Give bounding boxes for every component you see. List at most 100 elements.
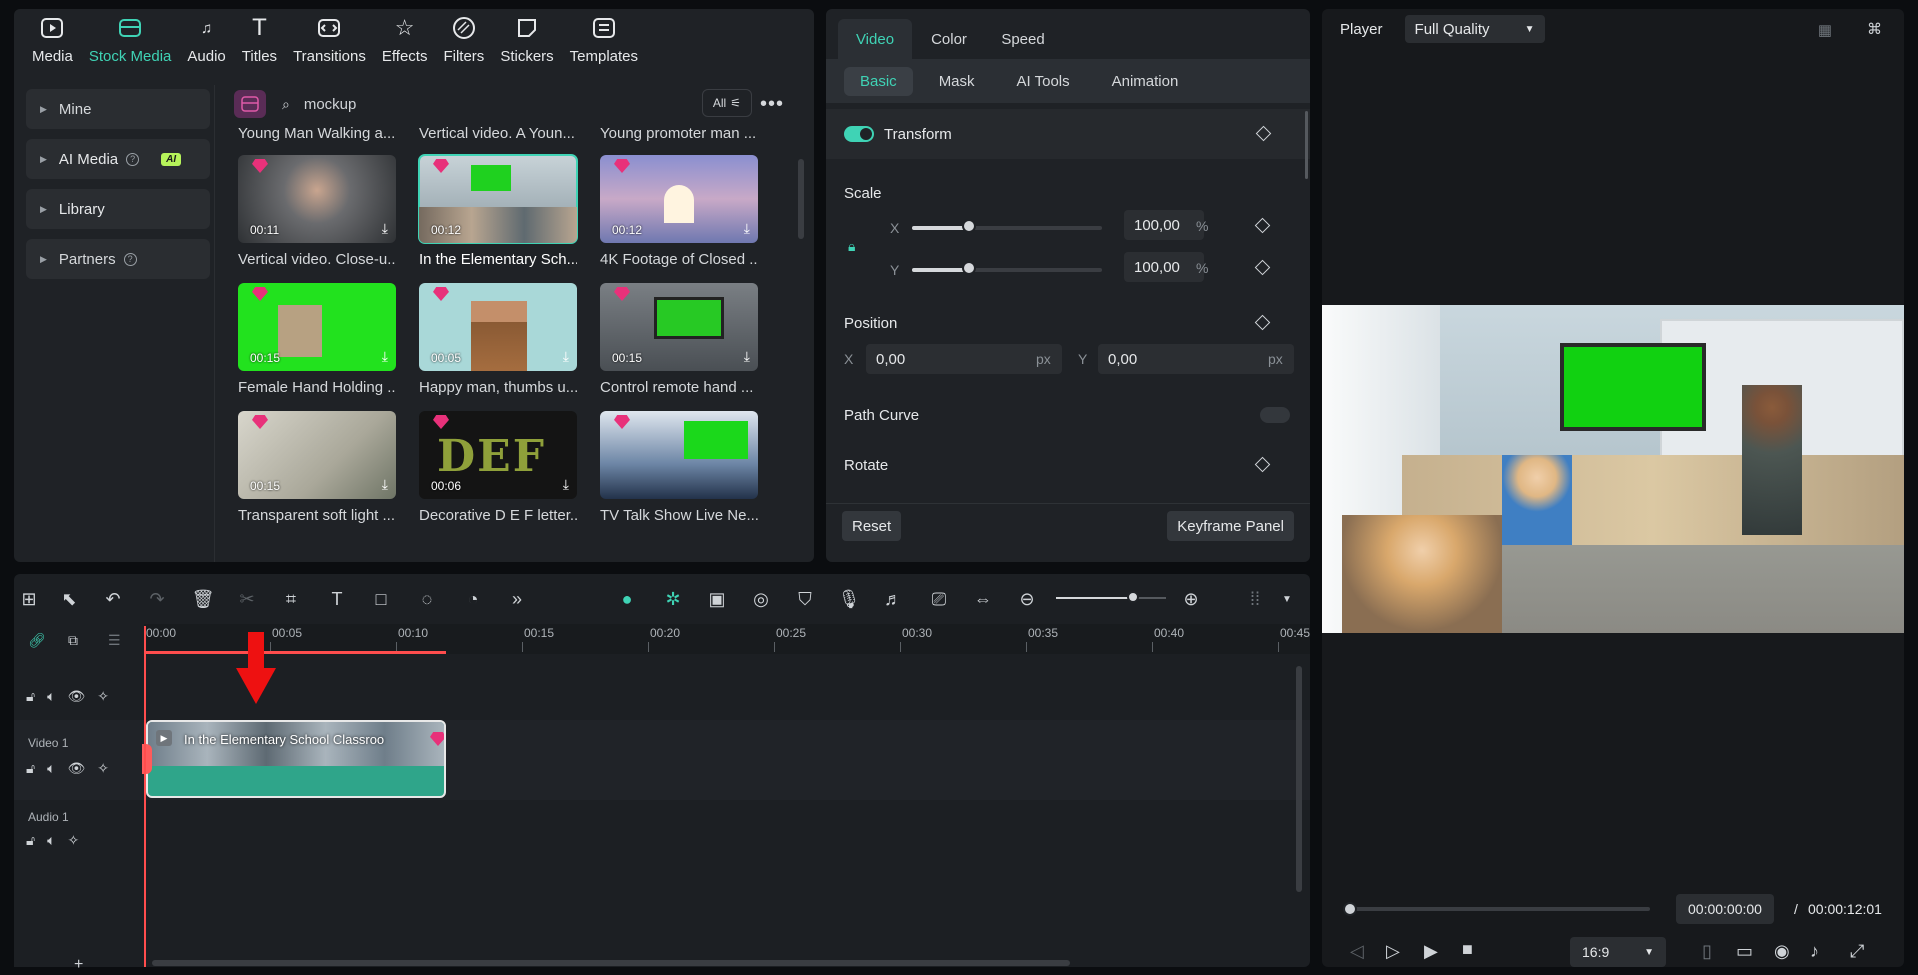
music-icon[interactable]: ♬ <box>882 588 904 610</box>
audio-icon[interactable]: ♪ <box>1810 941 1819 962</box>
tab-media[interactable]: Media <box>24 9 81 75</box>
lock-icon[interactable]: 🔒︎ <box>848 238 855 255</box>
media-card[interactable]: DEF 00:06 ⤓ Decorative D E F letter... <box>419 411 577 524</box>
props-scrollbar[interactable] <box>1305 111 1308 179</box>
layers-icon[interactable]: ☰ <box>108 632 121 649</box>
previous-frame-icon[interactable]: ◁ <box>1350 941 1364 962</box>
aspect-ratio-dropdown[interactable]: 16:9 ▼ <box>1570 937 1666 967</box>
scale-x-handle[interactable] <box>962 219 976 233</box>
tab-audio[interactable]: ♫ Audio <box>179 9 233 75</box>
magic-icon[interactable]: ✧ <box>67 832 79 849</box>
stop-icon[interactable]: ■ <box>1462 939 1473 960</box>
magic-icon[interactable]: ✧ <box>97 760 109 777</box>
stock-source-icon[interactable] <box>234 90 266 118</box>
tab-stickers[interactable]: Stickers <box>492 9 561 75</box>
media-scrollbar[interactable] <box>798 159 804 239</box>
media-card[interactable]: 00:05 ⤓ Happy man, thumbs u... <box>419 283 577 396</box>
redo-icon[interactable]: ↷ <box>146 588 168 610</box>
download-icon[interactable]: ⤓ <box>382 476 388 493</box>
cut-icon[interactable]: ✂ <box>236 588 258 610</box>
keyframe-icon[interactable] <box>1254 259 1271 276</box>
current-time[interactable]: 00:00:00:00 <box>1676 894 1774 924</box>
link-icon[interactable]: 🔗︎ <box>28 632 46 649</box>
ai-assistant-icon[interactable]: ● <box>616 588 638 610</box>
keyframe-panel-button[interactable]: Keyframe Panel <box>1167 511 1294 541</box>
transform-toggle[interactable] <box>844 126 874 142</box>
layout-icon[interactable]: ▦ <box>1818 21 1832 39</box>
download-icon[interactable]: ⤓ <box>382 348 388 365</box>
tab-speed[interactable]: Speed <box>986 19 1060 59</box>
sidebar-item-mine[interactable]: ▶ Mine <box>26 89 210 129</box>
playback-progress[interactable] <box>1350 907 1650 911</box>
auto-detect-icon[interactable]: ✲ <box>662 588 684 610</box>
tab-filters[interactable]: Filters <box>435 9 492 75</box>
quality-dropdown[interactable]: Full Quality ▼ <box>1404 15 1545 43</box>
tab-video[interactable]: Video <box>838 19 912 59</box>
search-input[interactable]: mockup <box>304 96 357 113</box>
media-card[interactable]: TV Talk Show Live Ne... <box>600 411 758 524</box>
keyframe-icon[interactable] <box>1254 217 1271 234</box>
mask-icon[interactable]: ◌ <box>416 588 438 610</box>
media-card[interactable]: 00:15 ⤓ Female Hand Holding ... <box>238 283 396 396</box>
lock-icon[interactable]: 🔓︎ <box>26 688 35 705</box>
camera-icon[interactable]: ▣ <box>706 588 728 610</box>
help-icon[interactable]: ? <box>123 252 137 266</box>
zoom-slider[interactable] <box>1056 597 1166 599</box>
mark-icon[interactable]: ▯ <box>1702 941 1712 962</box>
media-card[interactable]: 00:15 ⤓ Transparent soft light ... <box>238 411 396 524</box>
playhead[interactable] <box>144 626 146 967</box>
play-icon[interactable]: ▶ <box>1424 941 1438 962</box>
media-card[interactable]: Young promoter man ... <box>600 125 758 142</box>
tab-titles[interactable]: T Titles <box>234 9 285 75</box>
screen-record-icon[interactable]: ⎚ <box>928 588 950 610</box>
subtab-animation[interactable]: Animation <box>1096 67 1195 96</box>
video-preview[interactable] <box>1322 305 1904 633</box>
keyframe-icon[interactable] <box>1255 125 1272 142</box>
add-track-icon[interactable]: ⧉ <box>68 632 78 649</box>
undo-icon[interactable]: ↶ <box>102 588 124 610</box>
help-icon[interactable]: ? <box>126 152 140 166</box>
speed-icon[interactable]: ◔ <box>462 588 484 610</box>
download-icon[interactable]: ⤓ <box>563 476 569 493</box>
layout-grid-icon[interactable]: ⁞⁞ <box>1244 588 1266 610</box>
zoom-in-icon[interactable]: ⊕ <box>1180 588 1202 610</box>
volume-icon[interactable]: 🔈︎ <box>47 832 55 849</box>
media-card[interactable]: 00:12 In the Elementary Sch... <box>418 154 578 268</box>
select-icon[interactable]: ⬉ <box>58 588 80 610</box>
add-track-button[interactable]: + <box>74 956 83 974</box>
scale-y-slider[interactable] <box>912 268 1102 272</box>
next-frame-icon[interactable]: ▷ <box>1386 941 1400 962</box>
download-icon[interactable]: ⤓ <box>744 348 750 365</box>
volume-icon[interactable]: 🔈︎ <box>47 688 55 705</box>
timeline-vscrollbar[interactable] <box>1296 666 1302 892</box>
keyframe-icon[interactable] <box>1254 314 1271 331</box>
scale-y-field[interactable]: 100,00 <box>1124 252 1204 282</box>
fit-icon[interactable]: ⇔ <box>972 588 994 610</box>
shield-icon[interactable]: ⛉ <box>794 588 816 610</box>
tab-transitions[interactable]: Transitions <box>285 9 374 75</box>
path-curve-toggle[interactable] <box>1260 407 1290 423</box>
scopes-icon[interactable]: ⌘ <box>1867 20 1882 38</box>
media-card[interactable]: 00:11 ⤓ Vertical video. Close-u... <box>238 155 396 268</box>
position-x-field[interactable]: 0,00 <box>866 344 1062 374</box>
sidebar-item-ai-media[interactable]: ▶ AI Media? AI <box>26 139 210 179</box>
sidebar-item-library[interactable]: ▶ Library <box>26 189 210 229</box>
text-icon[interactable]: T <box>326 588 348 610</box>
timeline-hscrollbar[interactable] <box>152 960 1070 966</box>
subtab-ai-tools[interactable]: AI Tools <box>1001 67 1086 96</box>
lock-icon[interactable]: 🔓︎ <box>26 832 35 849</box>
download-icon[interactable]: ⤓ <box>563 348 569 365</box>
position-y-field[interactable]: 0,00 <box>1098 344 1294 374</box>
subtab-mask[interactable]: Mask <box>923 67 991 96</box>
delete-icon[interactable]: 🗑︎ <box>192 588 215 610</box>
eye-icon[interactable]: 👁︎ <box>67 688 85 705</box>
keyframe-icon[interactable] <box>1254 456 1271 473</box>
media-card[interactable]: 00:15 ⤓ Control remote hand ... <box>600 283 758 396</box>
magic-icon[interactable]: ✧ <box>97 688 109 705</box>
crop-icon[interactable]: ⌗ <box>280 588 302 610</box>
playhead-handle[interactable] <box>1343 902 1357 916</box>
media-card[interactable]: 00:12 ⤓ 4K Footage of Closed ... <box>600 155 758 268</box>
more-options-icon[interactable]: ••• <box>760 93 784 116</box>
scale-x-slider[interactable] <box>912 226 1102 230</box>
tab-effects[interactable]: ☆ Effects <box>374 9 436 75</box>
